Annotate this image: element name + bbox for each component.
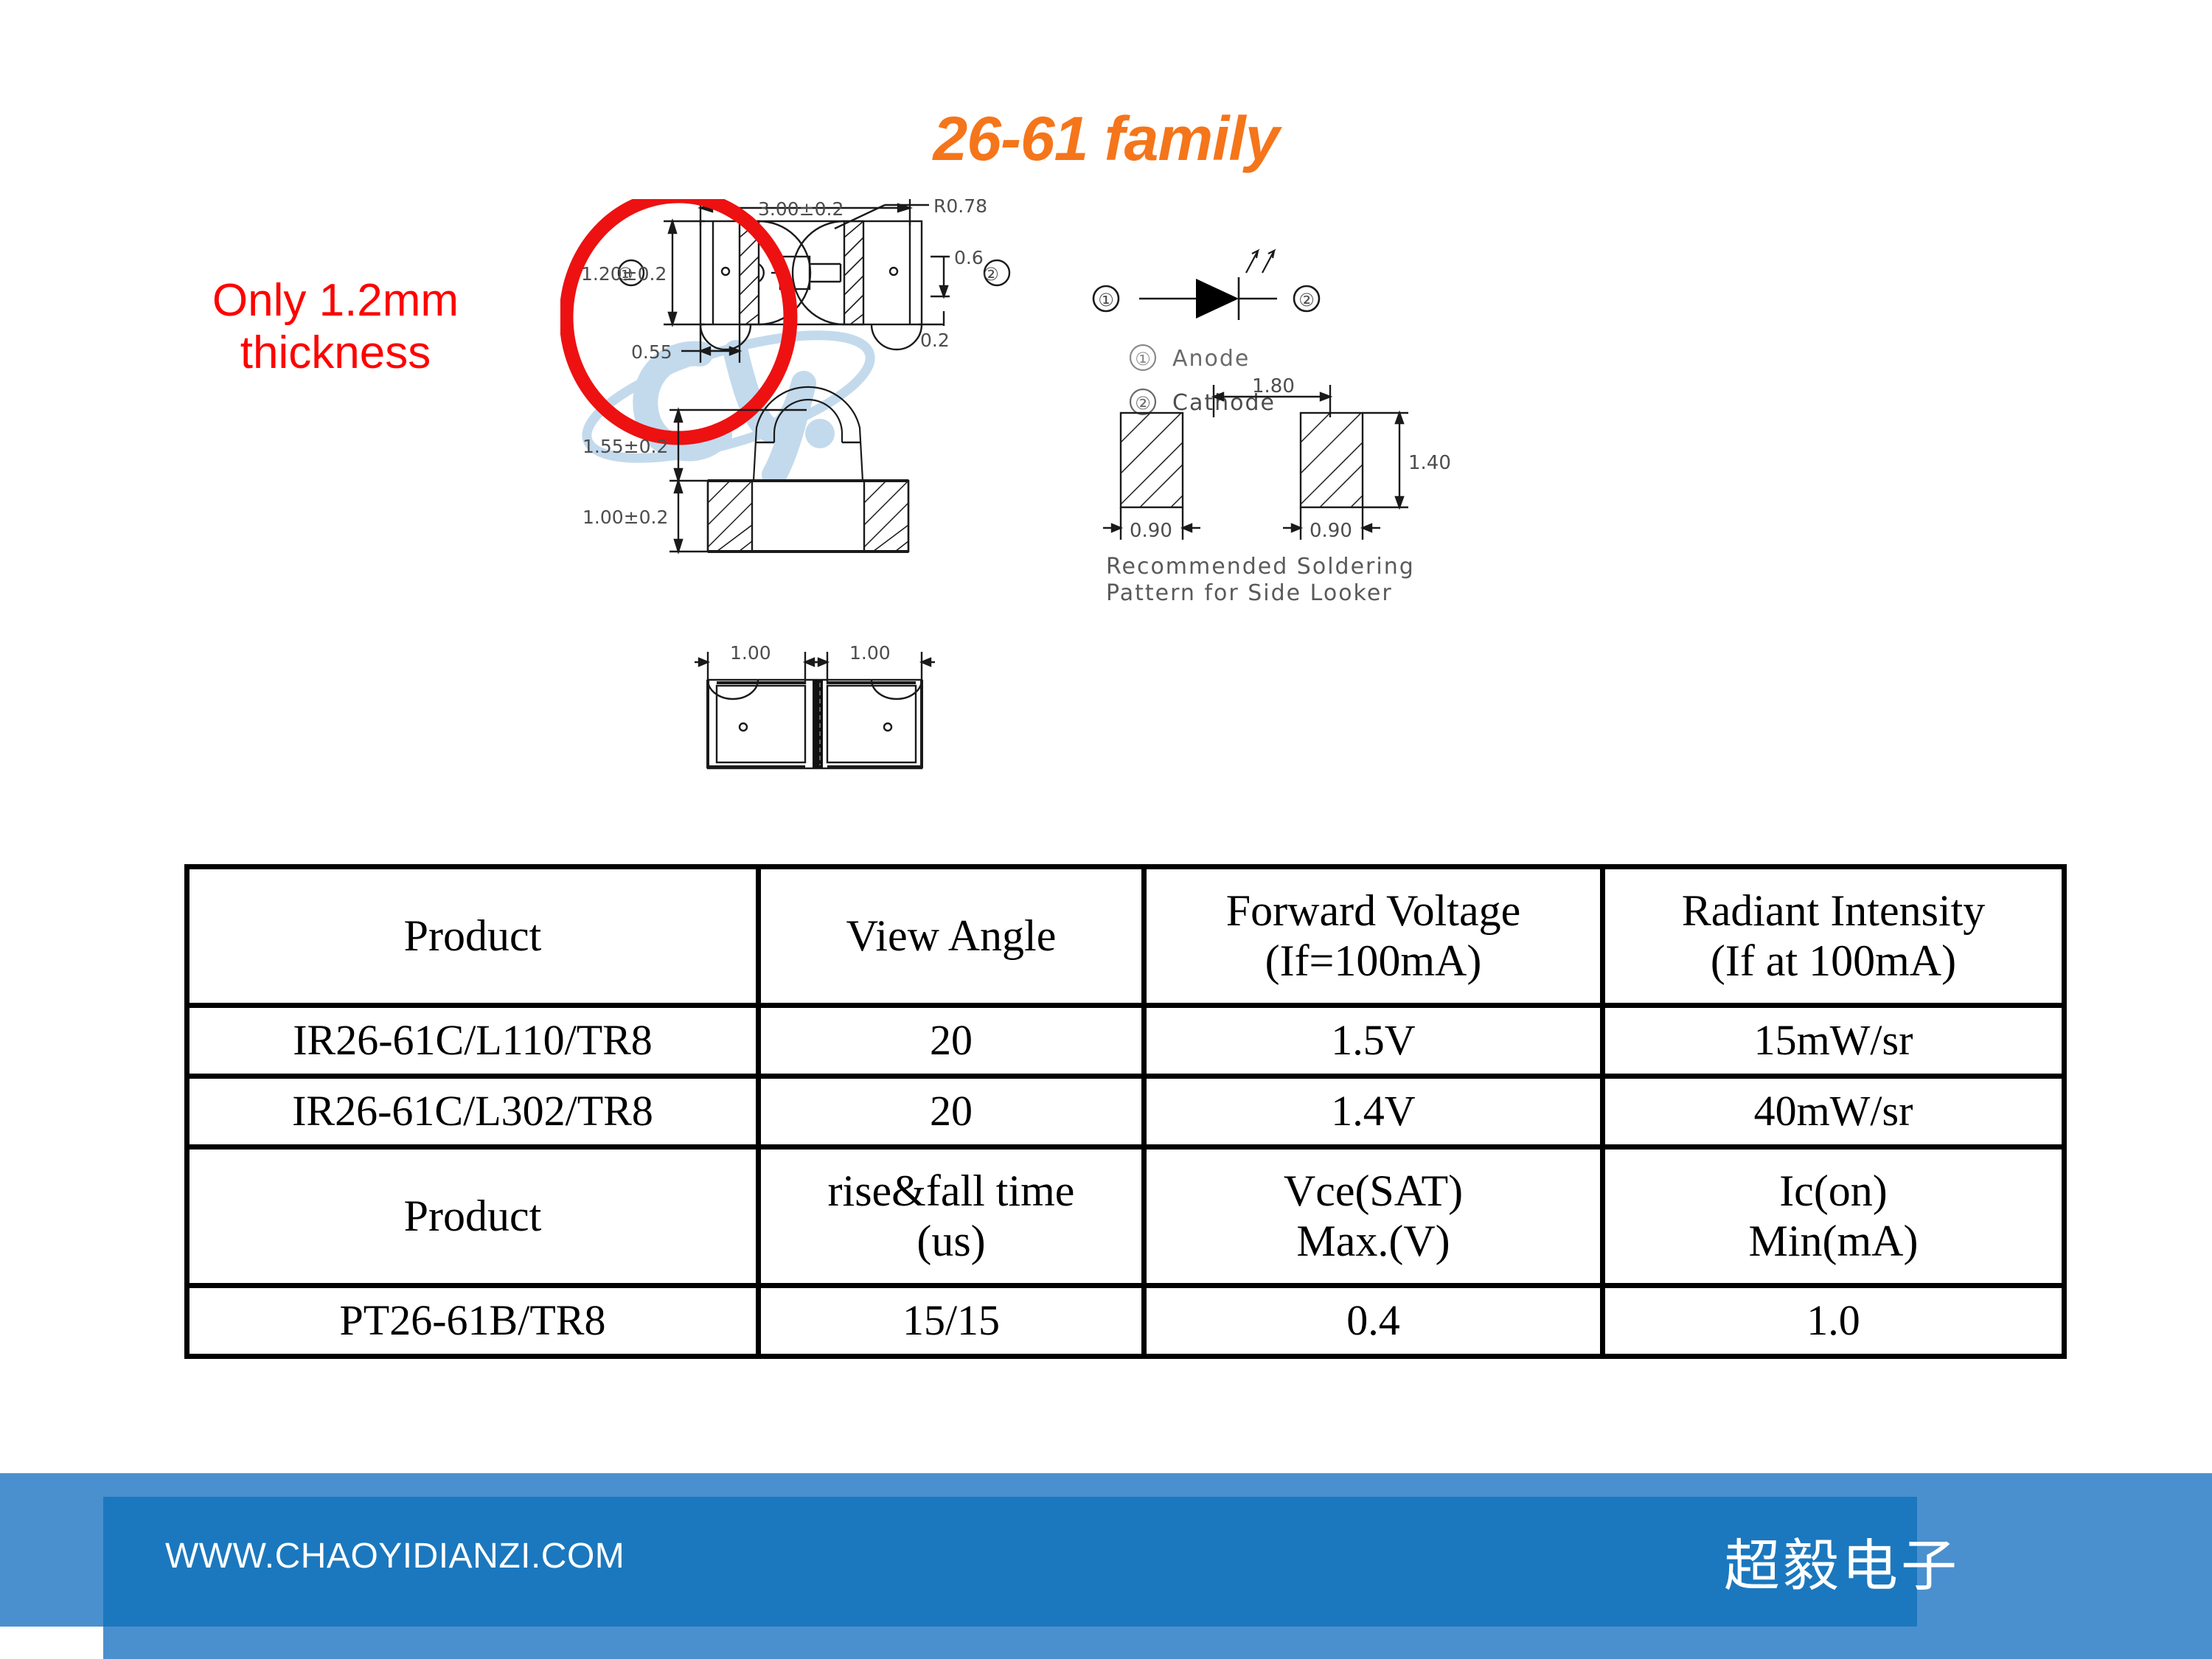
top-view-pin2-label: ② [983,264,999,285]
legend-anode-marker: ① [1135,349,1151,369]
package-drawing-svg: 3.00±0.2 1.20±0.2 R0.78 0.6 0.2 0.55 ① ② [560,199,1451,770]
schematic-pin2-label: ② [1298,290,1315,310]
led-header-fv-line1: Forward Voltage [1225,886,1521,936]
dim-pad-width-right: 0.90 [1310,520,1352,542]
led-header-radiant-intensity: Radiant Intensity (If at 100mA) [1600,864,2067,1008]
led-header-forward-voltage: Forward Voltage (If=100mA) [1141,864,1605,1008]
solder-pattern-caption: Recommended Soldering Pattern for Side L… [1106,554,1415,606]
pt-header-product: Product [184,1144,761,1288]
red-highlight-ellipse [560,199,798,445]
phototransistor-header-row: Product rise&fall time (us) Vce(SAT) Max… [184,1144,2067,1288]
pt-row1-rise-fall: 15/15 [756,1283,1147,1359]
dim-lead-06: 0.6 [954,247,984,268]
led-header-product-line1: Product [403,911,542,960]
dim-bottom-left: 1.00 [730,642,771,664]
led-row2-radiant-intensity: 40mW/sr [1600,1074,2067,1150]
footer-company-brand: 超毅电子 [1724,1533,1960,1599]
led-header-ri-line1: Radiant Intensity [1681,886,1986,936]
pt-header-ic-on: Ic(on) Min(mA) [1600,1144,2067,1288]
side-view-dimension-labels: 1.55±0.2 1.00±0.2 [582,436,668,528]
top-view-pin1-label: ① [617,264,633,285]
led-row1-radiant-intensity: 15mW/sr [1600,1003,2067,1079]
thickness-callout: Only 1.2mm thickness [177,274,494,380]
thickness-callout-line1: Only 1.2mm [212,275,459,326]
dim-pad-pitch: 1.80 [1252,375,1295,397]
pt-header-vce-line1: Vce(SAT) [1283,1166,1464,1216]
led-row2-forward-voltage: 1.4V [1141,1074,1605,1150]
led-row2-view-angle: 20 [756,1074,1147,1150]
package-drawing-area: 3.00±0.2 1.20±0.2 R0.78 0.6 0.2 0.55 ① ② [560,199,1607,848]
table-row: IR26-61C/L110/TR8 20 1.5V 15mW/sr [184,1003,2067,1079]
pt-header-rf-line1: rise&fall time [827,1166,1075,1216]
table-row: IR26-61C/L302/TR8 20 1.4V 40mW/sr [184,1074,2067,1150]
led-row1-product: IR26-61C/L110/TR8 [184,1003,761,1079]
bottom-view-drawing [695,652,935,770]
legend-cathode-marker: ② [1135,393,1151,414]
thickness-callout-line2: thickness [240,327,431,379]
led-header-ri-line2: (If at 100mA) [1710,936,1957,985]
dim-bottom-right: 1.00 [849,642,891,664]
legend-anode-text: Anode [1172,346,1250,372]
dim-top-width: 3.00±0.2 [758,199,844,220]
dim-pad-height: 1.40 [1408,452,1451,474]
footer-light-band-lower [103,1627,2212,1659]
solder-caption-line2: Pattern for Side Looker [1106,580,1393,606]
pt-header-vce-sat: Vce(SAT) Max.(V) [1141,1144,1605,1288]
dim-pad-width-left: 0.90 [1130,520,1172,542]
led-row2-product: IR26-61C/L302/TR8 [184,1074,761,1150]
specifications-table-container: Product View Angle Forward Voltage (If=1… [184,864,2067,1359]
solder-caption-line1: Recommended Soldering [1106,554,1415,580]
pt-header-ic-line1: Ic(on) [1779,1166,1888,1216]
dim-offset-055: 0.55 [631,341,672,363]
led-header-product: Product [184,864,761,1008]
led-row1-view-angle: 20 [756,1003,1147,1079]
pt-row1-ic-on: 1.0 [1600,1283,2067,1359]
dim-body-height: 1.00±0.2 [582,507,668,528]
pt-row1-product: PT26-61B/TR8 [184,1283,761,1359]
pt-header-rise-fall-time: rise&fall time (us) [756,1144,1147,1288]
dim-corner-radius: R0.78 [933,199,987,217]
pt-header-rf-line2: (us) [917,1216,986,1265]
schematic-pin1-label: ① [1098,290,1114,310]
pt-header-vce-line2: Max.(V) [1296,1216,1450,1265]
led-header-row: Product View Angle Forward Voltage (If=1… [184,864,2067,1008]
pt-row1-vce-sat: 0.4 [1141,1283,1605,1359]
pt-header-product-line1: Product [403,1191,542,1240]
cy-watermark-icon [582,330,875,487]
dim-total-height: 1.55±0.2 [582,436,668,457]
specifications-table: Product View Angle Forward Voltage (If=1… [184,864,2067,1359]
footer-website-url[interactable]: WWW.CHAOYIDIANZI.COM [165,1536,625,1576]
page-title: 26-61 family [933,104,1280,173]
dim-lead-02: 0.2 [920,330,950,351]
led-row1-forward-voltage: 1.5V [1141,1003,1605,1079]
pt-header-ic-line2: Min(mA) [1748,1216,1919,1265]
led-schematic-symbol [1092,248,1321,320]
led-header-view-angle-line1: View Angle [846,911,1057,960]
table-row: PT26-61B/TR8 15/15 0.4 1.0 [184,1283,2067,1359]
led-header-fv-line2: (If=100mA) [1265,936,1482,985]
led-header-view-angle: View Angle [756,864,1147,1008]
